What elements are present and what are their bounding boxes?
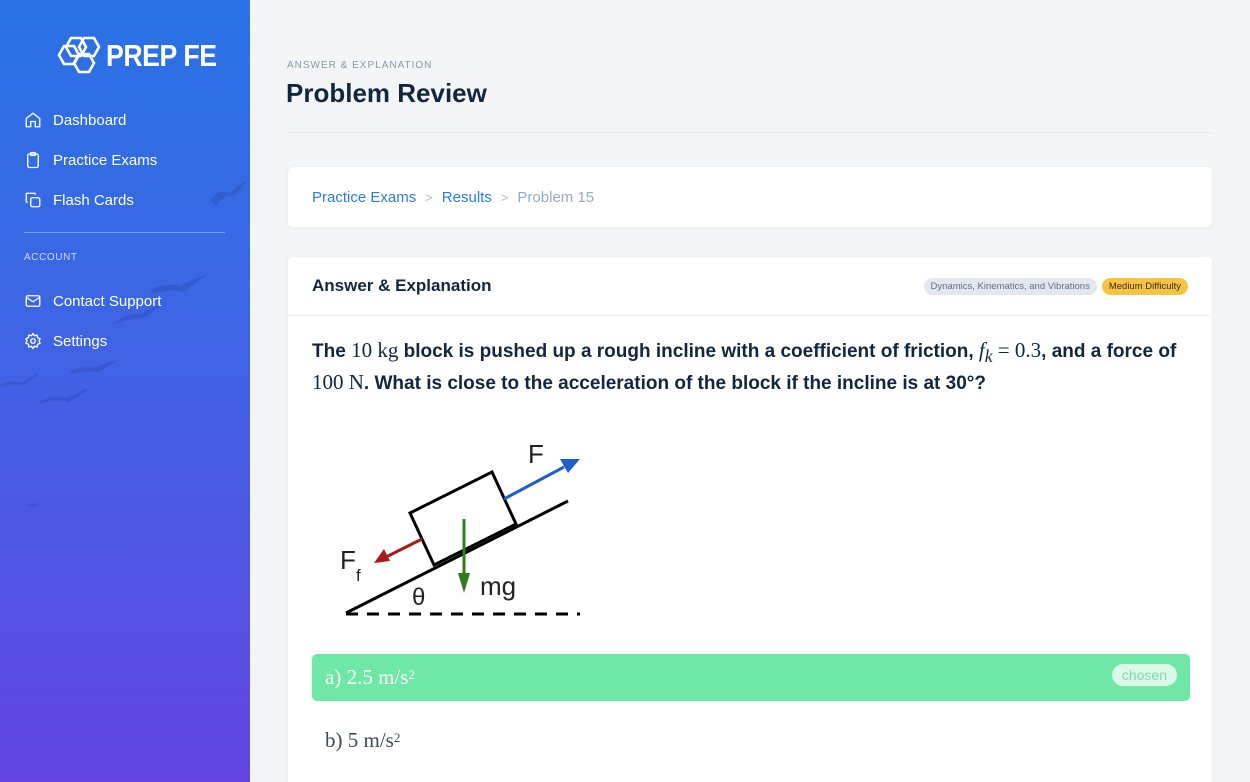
header-divider (287, 132, 1213, 133)
copy-icon (25, 192, 41, 208)
answer-exponent: 2 (393, 729, 401, 745)
nav-item-practice-exams[interactable]: Practice Exams (0, 140, 250, 180)
breadcrumb-separator: > (425, 189, 433, 205)
sidebar: PREP FE Dashboard Practice Exams Flash C… (0, 0, 250, 782)
math-sub: k (984, 346, 993, 367)
question-part: . What is close to the acceleration of t… (363, 373, 986, 395)
question-text: The 10 kg block is pushed up a rough inc… (312, 337, 1192, 397)
mail-icon (25, 295, 41, 307)
brand-logo[interactable]: PREP FE (56, 32, 235, 80)
friction-subscript: f (356, 566, 361, 585)
answer-explanation-card: Answer & Explanation Dynamics, Kinematic… (287, 256, 1213, 782)
question-part: block is pushed up a rough incline with … (398, 341, 979, 362)
brand-name: PREP FE (106, 38, 217, 73)
question-part: The (312, 341, 352, 362)
page-pretitle: ANSWER & EXPLANATION (287, 60, 433, 71)
breadcrumb: Practice Exams > Results > Problem 15 (287, 166, 1213, 228)
main-nav: Dashboard Practice Exams Flash Cards (0, 100, 250, 220)
nav-divider (24, 232, 225, 233)
nav-heading-account: ACCOUNT (24, 252, 78, 263)
card-header: Answer & Explanation Dynamics, Kinematic… (288, 257, 1212, 316)
breadcrumb-results[interactable]: Results (442, 189, 492, 206)
answer-exponent: 2 (408, 666, 415, 682)
answer-prefix: b) (325, 728, 343, 752)
nav-label-settings: Settings (53, 332, 108, 350)
nav-item-flash-cards[interactable]: Flash Cards (0, 180, 250, 220)
nav-label-flash-cards: Flash Cards (53, 191, 134, 209)
home-icon (25, 112, 41, 128)
page-title: Problem Review (286, 78, 487, 108)
weight-arrowhead (458, 573, 470, 593)
nav-label-dashboard: Dashboard (53, 111, 127, 129)
math-force: 100 N (312, 370, 364, 395)
answer-value: 2.5 m/s (346, 665, 409, 689)
answer-value: 5 m/s (347, 728, 394, 752)
main-content: ANSWER & EXPLANATION Problem Review Prac… (250, 0, 1250, 782)
breadcrumb-practice-exams[interactable]: Practice Exams (312, 189, 416, 206)
breadcrumb-current: Problem 15 (517, 188, 595, 206)
friction-arrow (385, 537, 423, 559)
nav-item-contact-support[interactable]: Contact Support (0, 281, 250, 321)
topic-badge: Dynamics, Kinematics, and Vibrations (923, 277, 1097, 295)
nav-item-dashboard[interactable]: Dashboard (0, 100, 250, 140)
math-mass: 10 kg (351, 338, 399, 362)
nav-item-settings[interactable]: Settings (0, 321, 250, 361)
answer-option-b[interactable]: b) 5 m/s 2 (312, 717, 1190, 764)
answer-option-a[interactable]: a) 2.5 m/s 2 chosen (312, 654, 1190, 701)
nav-label-practice-exams: Practice Exams (53, 151, 158, 169)
breadcrumb-separator: > (500, 189, 509, 205)
force-arrow (503, 465, 565, 501)
friction-label: F (340, 545, 356, 575)
difficulty-badge: Medium Difficulty (1101, 277, 1188, 295)
nav-label-contact-support: Contact Support (53, 292, 162, 310)
chosen-badge: chosen (1111, 664, 1177, 686)
answer-prefix: a) (325, 665, 342, 689)
force-label: F (528, 439, 544, 469)
math-friction: fk = 0.3 (979, 338, 1042, 366)
gear-icon (25, 332, 41, 350)
account-nav: Contact Support Settings (0, 281, 250, 361)
card-title: Answer & Explanation (312, 276, 492, 295)
incline-diagram: F F f mg θ (340, 439, 580, 616)
weight-label: mg (480, 571, 516, 601)
angle-label: θ (412, 584, 425, 611)
question-part: , and a force of (1041, 341, 1177, 362)
math-rest: = 0.3 (992, 338, 1042, 362)
clipboard-icon (27, 151, 39, 169)
hexagon-logo-icon (57, 36, 101, 74)
